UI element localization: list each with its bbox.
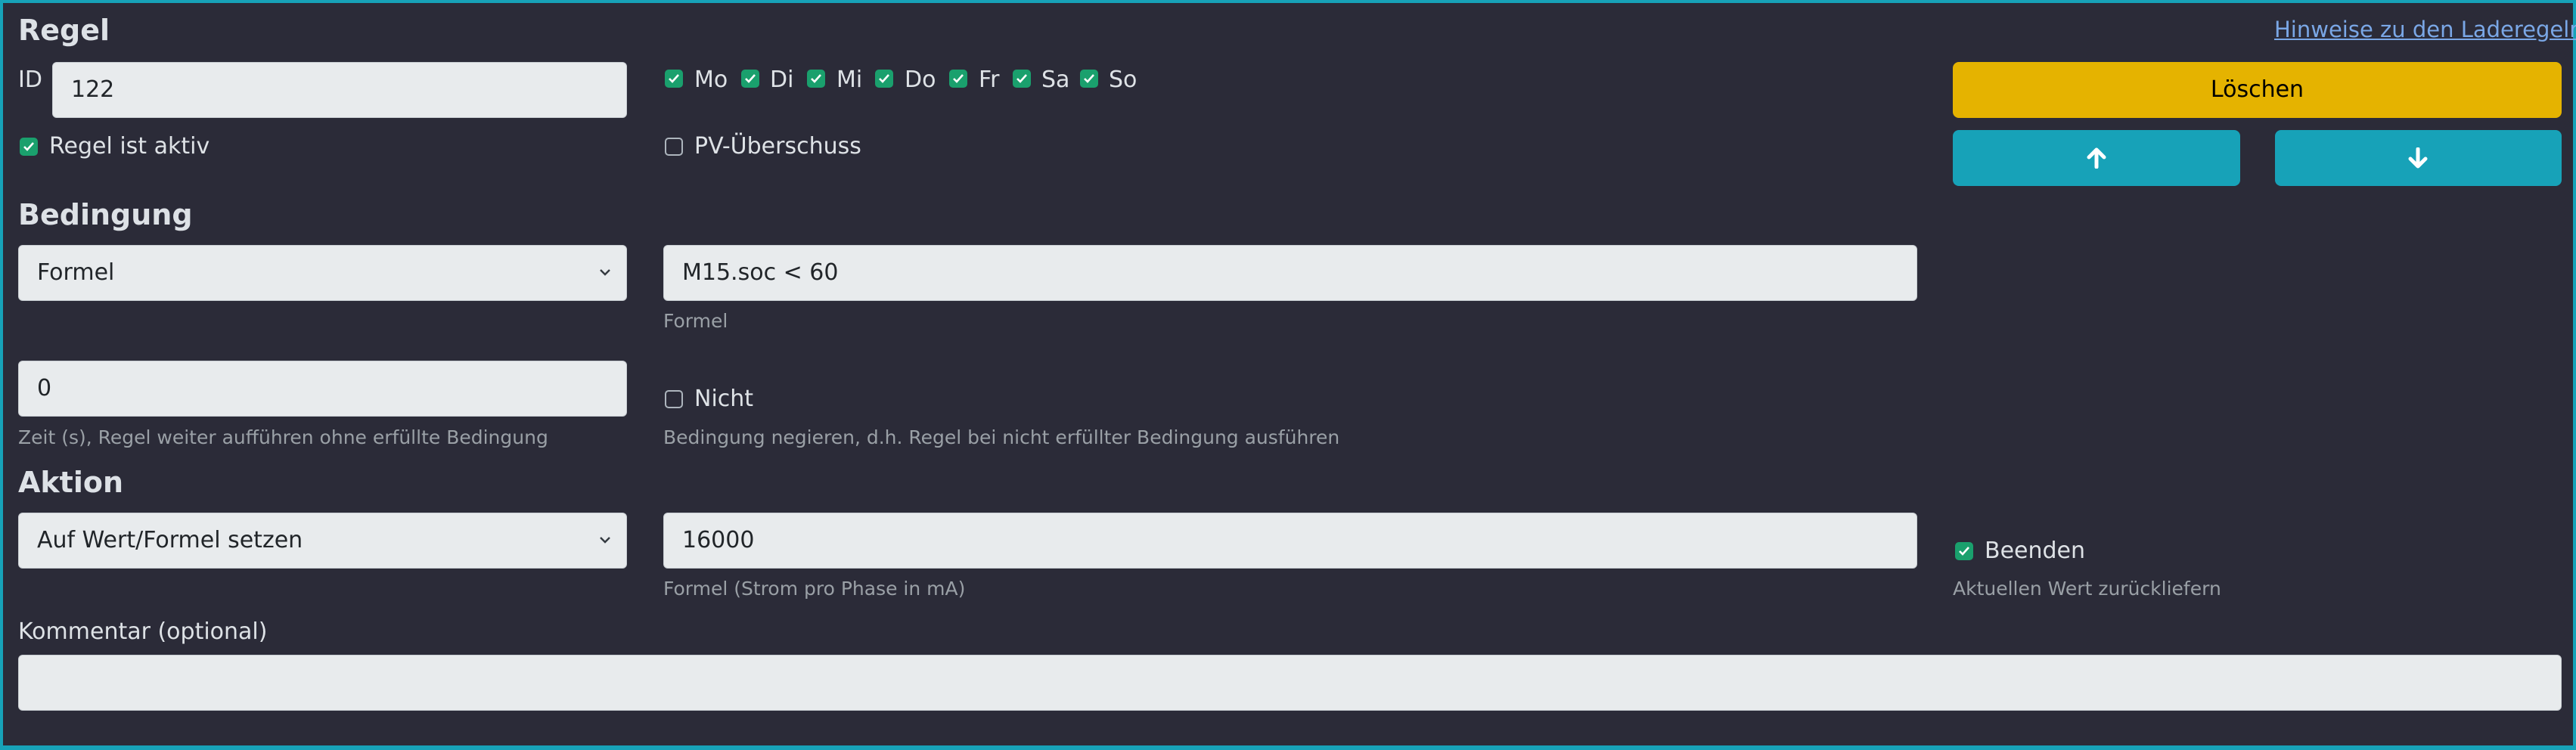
condition-type-select[interactable]: Formel xyxy=(18,245,627,301)
arrow-down-icon xyxy=(2408,147,2428,169)
day-label-fr: Fr xyxy=(979,67,1000,93)
rule-active-label: Regel ist aktiv xyxy=(49,133,210,160)
day-label-do: Do xyxy=(905,67,936,93)
chevron-down-icon xyxy=(600,537,610,544)
condition-type-value: Formel xyxy=(37,259,115,286)
negate-checkbox[interactable] xyxy=(665,390,683,408)
condition-time-input[interactable]: 0 xyxy=(18,361,627,417)
action-value-input[interactable]: 16000 xyxy=(663,513,1917,569)
pv-surplus-checkbox[interactable] xyxy=(665,138,683,156)
chevron-down-icon xyxy=(600,269,610,276)
stop-checkbox[interactable] xyxy=(1955,542,1973,560)
action-type-select[interactable]: Auf Wert/Formel setzen xyxy=(18,513,627,569)
section-title-bedingung: Bedingung xyxy=(18,198,193,231)
condition-formula-input[interactable]: M15.soc < 60 xyxy=(663,245,1917,301)
day-label-di: Di xyxy=(770,67,794,93)
negate-help: Bedingung negieren, d.h. Regel bei nicht… xyxy=(663,426,1340,448)
id-input[interactable]: 122 xyxy=(52,62,627,118)
day-label-so: So xyxy=(1109,67,1137,93)
section-title-regel: Regel xyxy=(18,14,110,47)
move-down-button[interactable] xyxy=(2275,130,2562,186)
checkbox-mo[interactable] xyxy=(665,70,683,88)
condition-formula-help: Formel xyxy=(663,310,728,332)
rule-active-checkbox[interactable] xyxy=(20,138,38,156)
pv-surplus-label: PV-Überschuss xyxy=(694,133,861,160)
checkbox-fr[interactable] xyxy=(949,70,967,88)
checkbox-do[interactable] xyxy=(875,70,893,88)
arrow-up-icon xyxy=(2087,147,2106,169)
checkbox-mi[interactable] xyxy=(807,70,825,88)
day-label-mo: Mo xyxy=(694,67,728,93)
action-type-value: Auf Wert/Formel setzen xyxy=(37,527,303,553)
id-label: ID xyxy=(18,67,42,93)
day-label-sa: Sa xyxy=(1041,67,1070,93)
condition-time-help: Zeit (s), Regel weiter aufführen ohne er… xyxy=(18,426,548,448)
comment-label: Kommentar (optional) xyxy=(18,618,268,645)
section-title-aktion: Aktion xyxy=(18,466,124,499)
negate-label: Nicht xyxy=(694,386,754,412)
checkbox-sa[interactable] xyxy=(1013,70,1031,88)
checkbox-so[interactable] xyxy=(1080,70,1098,88)
move-up-button[interactable] xyxy=(1953,130,2240,186)
comment-input[interactable] xyxy=(18,655,2562,711)
stop-help: Aktuellen Wert zurückliefern xyxy=(1953,578,2221,600)
stop-label: Beenden xyxy=(1985,538,2086,564)
action-value-help: Formel (Strom pro Phase in mA) xyxy=(663,578,966,600)
checkbox-di[interactable] xyxy=(741,70,759,88)
day-label-mi: Mi xyxy=(836,67,863,93)
help-link[interactable]: Hinweise zu den Laderegeln xyxy=(2274,17,2576,42)
delete-button[interactable]: Löschen xyxy=(1953,62,2562,118)
